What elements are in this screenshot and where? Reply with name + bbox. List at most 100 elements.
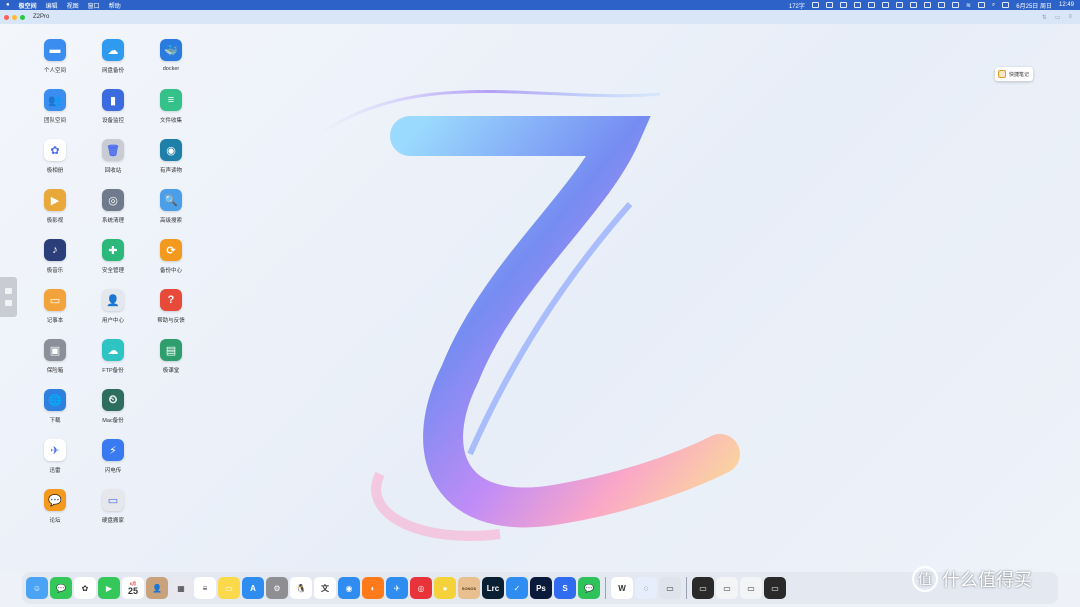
status-icon[interactable]: [895, 2, 903, 8]
close-window-button[interactable]: [4, 14, 9, 20]
tick-icon[interactable]: ✓: [506, 577, 528, 599]
messages-icon[interactable]: 💬: [50, 577, 72, 599]
window-titlebar: Z2Pro ⇅ ▭ ≡: [0, 10, 1080, 24]
desktop-app-label: FTP备份: [102, 368, 124, 374]
firefox-icon[interactable]: ◐: [362, 577, 384, 599]
menu-window[interactable]: 窗口: [88, 1, 100, 10]
desktop-app-22[interactable]: ⏲ Mac备份: [91, 389, 135, 428]
desktop-app-18[interactable]: ▣ 保险箱: [33, 339, 77, 378]
wechat-icon[interactable]: 💬: [578, 577, 600, 599]
volume-icon[interactable]: [951, 2, 959, 8]
desktop-app-20[interactable]: ▤ 极课堂: [149, 339, 193, 378]
window-thumb-4-icon[interactable]: ▭: [740, 577, 762, 599]
wps-icon[interactable]: W: [611, 577, 633, 599]
launchpad-icon[interactable]: ▦: [170, 577, 192, 599]
desktop-app-21[interactable]: 🌐 下载: [33, 389, 77, 428]
control-center-icon[interactable]: [1002, 2, 1010, 8]
status-icon[interactable]: [811, 2, 819, 8]
netease-music-icon[interactable]: ◎: [410, 577, 432, 599]
wifi-icon[interactable]: ≋: [966, 2, 971, 9]
system-settings-icon[interactable]: ⚙: [266, 577, 288, 599]
desktop-app-2[interactable]: 🐳 docker: [149, 39, 193, 78]
desktop-app-9[interactable]: ▶ 极影视: [33, 189, 77, 228]
menu-help[interactable]: 帮助: [109, 1, 121, 10]
desktop-app-3[interactable]: 👥 团队空间: [33, 89, 77, 128]
menu-app-name[interactable]: 极空间: [19, 1, 37, 10]
trash-icon: 🗑: [102, 139, 124, 161]
desktop-app-12[interactable]: ♪ 极音乐: [33, 239, 77, 278]
safe-icon: ▣: [44, 339, 66, 361]
desktop-app-7[interactable]: 🗑 回收站: [91, 139, 135, 178]
status-icon[interactable]: [853, 2, 861, 8]
app-store-icon[interactable]: A: [242, 577, 264, 599]
desktop-app-16[interactable]: 👤 用户中心: [91, 289, 135, 328]
transfer-icon[interactable]: ⇅: [1042, 14, 1047, 21]
reminders-icon[interactable]: ≡: [194, 577, 216, 599]
dingtalk-icon[interactable]: ✈: [386, 577, 408, 599]
lightroom-icon[interactable]: Lrc: [482, 577, 504, 599]
window-thumb-3-icon[interactable]: ▭: [716, 577, 738, 599]
minimize-window-button[interactable]: [12, 14, 17, 20]
message-icon[interactable]: ▭: [1055, 14, 1061, 21]
desktop-app-27[interactable]: 💬 论坛: [33, 489, 77, 528]
quick-note-button[interactable]: 快捷笔记: [995, 67, 1033, 81]
desktop-app-24[interactable]: ✈ 迅雷: [33, 439, 77, 478]
desktop-app-15[interactable]: ▭ 记事本: [33, 289, 77, 328]
qq-icon[interactable]: 🐧: [290, 577, 312, 599]
photoshop-icon[interactable]: Ps: [530, 577, 552, 599]
green-app-icon[interactable]: ●: [434, 577, 456, 599]
shortcuts-icon[interactable]: S: [554, 577, 576, 599]
desktop-app-label: 硬盘搬家: [101, 518, 124, 524]
menu-view[interactable]: 视图: [67, 1, 79, 10]
calendar-icon[interactable]: 6月 25: [122, 577, 144, 599]
contacts-icon[interactable]: 👤: [146, 577, 168, 599]
menu-time[interactable]: 12:49: [1059, 2, 1074, 8]
sonos-icon[interactable]: SONOS: [458, 577, 480, 599]
battery-icon[interactable]: [977, 2, 985, 8]
desktop-app-6[interactable]: ✿ 极相册: [33, 139, 77, 178]
desktop-app-0[interactable]: ▬ 个人空间: [33, 39, 77, 78]
spotlight-icon[interactable]: ⌕: [992, 2, 995, 9]
status-icon[interactable]: [839, 2, 847, 8]
apple-icon[interactable]: ●: [6, 2, 10, 8]
desktop-app-label: docker: [162, 66, 180, 72]
desktop-app-19[interactable]: ☁ FTP备份: [91, 339, 135, 378]
status-icon[interactable]: [867, 2, 875, 8]
menu-date[interactable]: 6月25日 周日: [1016, 1, 1052, 10]
menu-edit[interactable]: 编辑: [46, 1, 58, 10]
desktop-app-4[interactable]: ▮ 设备监控: [91, 89, 135, 128]
window-thumb-1-icon[interactable]: ▭: [659, 577, 681, 599]
grid-view-icon[interactable]: [5, 300, 12, 306]
photos-icon[interactable]: ✿: [74, 577, 96, 599]
window-thumb-5-icon[interactable]: ▭: [764, 577, 786, 599]
zspace-icon[interactable]: ◌: [635, 577, 657, 599]
input-method-indicator[interactable]: 172字: [789, 1, 805, 10]
desktop-app-5[interactable]: ≡ 文件收集: [149, 89, 193, 128]
status-icon[interactable]: [923, 2, 931, 8]
desktop-app-11[interactable]: 🔍 高级搜索: [149, 189, 193, 228]
status-icon[interactable]: [825, 2, 833, 8]
desktop-app-8[interactable]: ◉ 有声读物: [149, 139, 193, 178]
desktop-app-10[interactable]: ◎ 系统清理: [91, 189, 135, 228]
desktop-app-14[interactable]: ⟳ 备份中心: [149, 239, 193, 278]
desktop-app-13[interactable]: ✚ 安全管理: [91, 239, 135, 278]
side-panel-handle[interactable]: [0, 277, 17, 317]
bluetooth-icon[interactable]: [937, 2, 945, 8]
zoom-window-button[interactable]: [20, 14, 25, 20]
desktop-app-28[interactable]: ▭ 硬盘搬家: [91, 489, 135, 528]
flash-transfer-icon: ⚡: [102, 439, 124, 461]
notes-icon[interactable]: ▭: [218, 577, 240, 599]
facetime-icon[interactable]: ▶: [98, 577, 120, 599]
device-name[interactable]: Z2Pro: [33, 14, 49, 20]
desktop-app-25[interactable]: ⚡ 闪电传: [91, 439, 135, 478]
text-editor-icon[interactable]: 文: [314, 577, 336, 599]
desktop-app-17[interactable]: ? 帮助与反馈: [149, 289, 193, 328]
desktop-app-1[interactable]: ☁ 网盘备份: [91, 39, 135, 78]
status-icon[interactable]: [909, 2, 917, 8]
status-icon[interactable]: [881, 2, 889, 8]
desktop-switch-icon[interactable]: [5, 288, 12, 294]
settings-icon[interactable]: ≡: [1068, 14, 1072, 21]
finder-icon[interactable]: ☺: [26, 577, 48, 599]
safari-icon[interactable]: ◉: [338, 577, 360, 599]
window-thumb-2-icon[interactable]: ▭: [692, 577, 714, 599]
